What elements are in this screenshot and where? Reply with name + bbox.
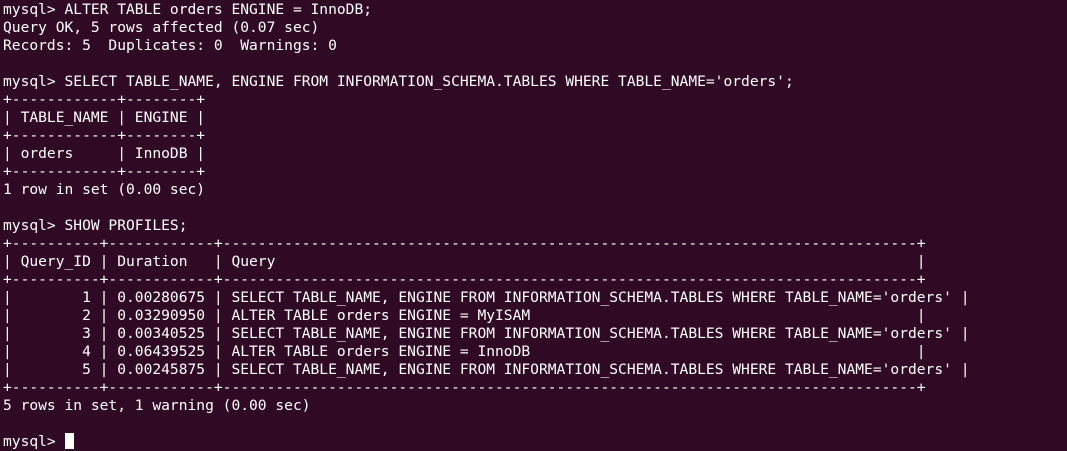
terminal-line: mysql> ALTER TABLE orders ENGINE = InnoD… <box>3 1 373 18</box>
terminal-line: | 3 | 0.00340525 | SELECT TABLE_NAME, EN… <box>3 325 970 342</box>
terminal-line: | Query_ID | Duration | Query | <box>3 253 926 270</box>
prompt-line[interactable]: mysql> <box>3 433 1067 451</box>
terminal-line: +----------+------------+---------------… <box>3 235 926 252</box>
terminal-line: | 5 | 0.00245875 | SELECT TABLE_NAME, EN… <box>3 361 970 378</box>
terminal-line: +------------+--------+ <box>3 163 206 180</box>
terminal-line: 5 rows in set, 1 warning (0.00 sec) <box>3 397 311 414</box>
terminal-line: | TABLE_NAME | ENGINE | <box>3 109 206 126</box>
terminal-line: +------------+--------+ <box>3 91 206 108</box>
terminal-line: | 1 | 0.00280675 | SELECT TABLE_NAME, EN… <box>3 289 970 306</box>
terminal-line: Query OK, 5 rows affected (0.07 sec) <box>3 19 320 36</box>
terminal-line: +----------+------------+---------------… <box>3 379 926 396</box>
terminal-line: 1 row in set (0.00 sec) <box>3 181 206 198</box>
terminal-line: +----------+------------+---------------… <box>3 271 926 288</box>
terminal-line: Records: 5 Duplicates: 0 Warnings: 0 <box>3 37 337 54</box>
terminal-line: | orders | InnoDB | <box>3 145 206 162</box>
cursor <box>64 433 74 449</box>
terminal-line: mysql> SHOW PROFILES; <box>3 217 188 234</box>
terminal-line: | 2 | 0.03290950 | ALTER TABLE orders EN… <box>3 307 926 324</box>
terminal-line: | 4 | 0.06439525 | ALTER TABLE orders EN… <box>3 343 926 360</box>
terminal-line: +------------+--------+ <box>3 127 206 144</box>
prompt-text: mysql> <box>3 433 65 450</box>
terminal-window[interactable]: mysql> ALTER TABLE orders ENGINE = InnoD… <box>0 0 1067 451</box>
terminal-line: mysql> SELECT TABLE_NAME, ENGINE FROM IN… <box>3 73 794 90</box>
